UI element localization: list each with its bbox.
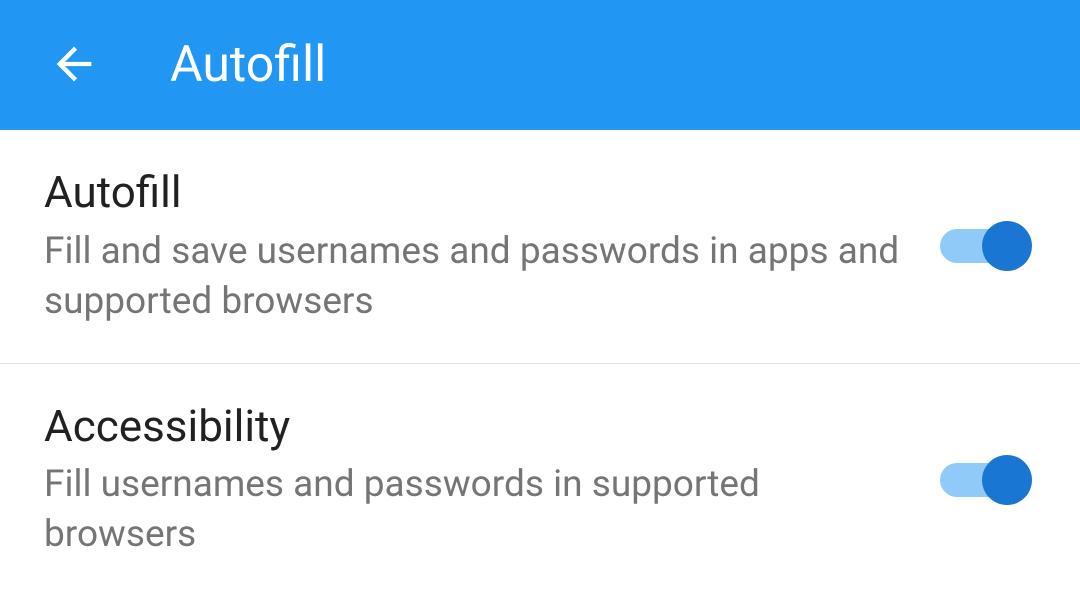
back-button[interactable] — [48, 38, 100, 93]
settings-list: Autofill Fill and save usernames and pas… — [0, 130, 1080, 596]
setting-description: Fill usernames and passwords in supporte… — [44, 460, 916, 560]
arrow-back-icon — [48, 38, 100, 93]
toggle-autofill[interactable] — [940, 219, 1032, 273]
setting-item-accessibility[interactable]: Accessibility Fill usernames and passwor… — [0, 364, 1080, 597]
setting-title: Accessibility — [44, 400, 916, 453]
toggle-thumb — [982, 455, 1032, 505]
setting-text: Accessibility Fill usernames and passwor… — [44, 400, 916, 561]
setting-text: Autofill Fill and save usernames and pas… — [44, 166, 916, 327]
setting-title: Autofill — [44, 166, 916, 219]
setting-item-autofill[interactable]: Autofill Fill and save usernames and pas… — [0, 130, 1080, 364]
toggle-accessibility[interactable] — [940, 453, 1032, 507]
app-bar: Autofill — [0, 0, 1080, 130]
app-bar-title: Autofill — [170, 36, 326, 94]
setting-description: Fill and save usernames and passwords in… — [44, 227, 916, 327]
toggle-thumb — [982, 221, 1032, 271]
